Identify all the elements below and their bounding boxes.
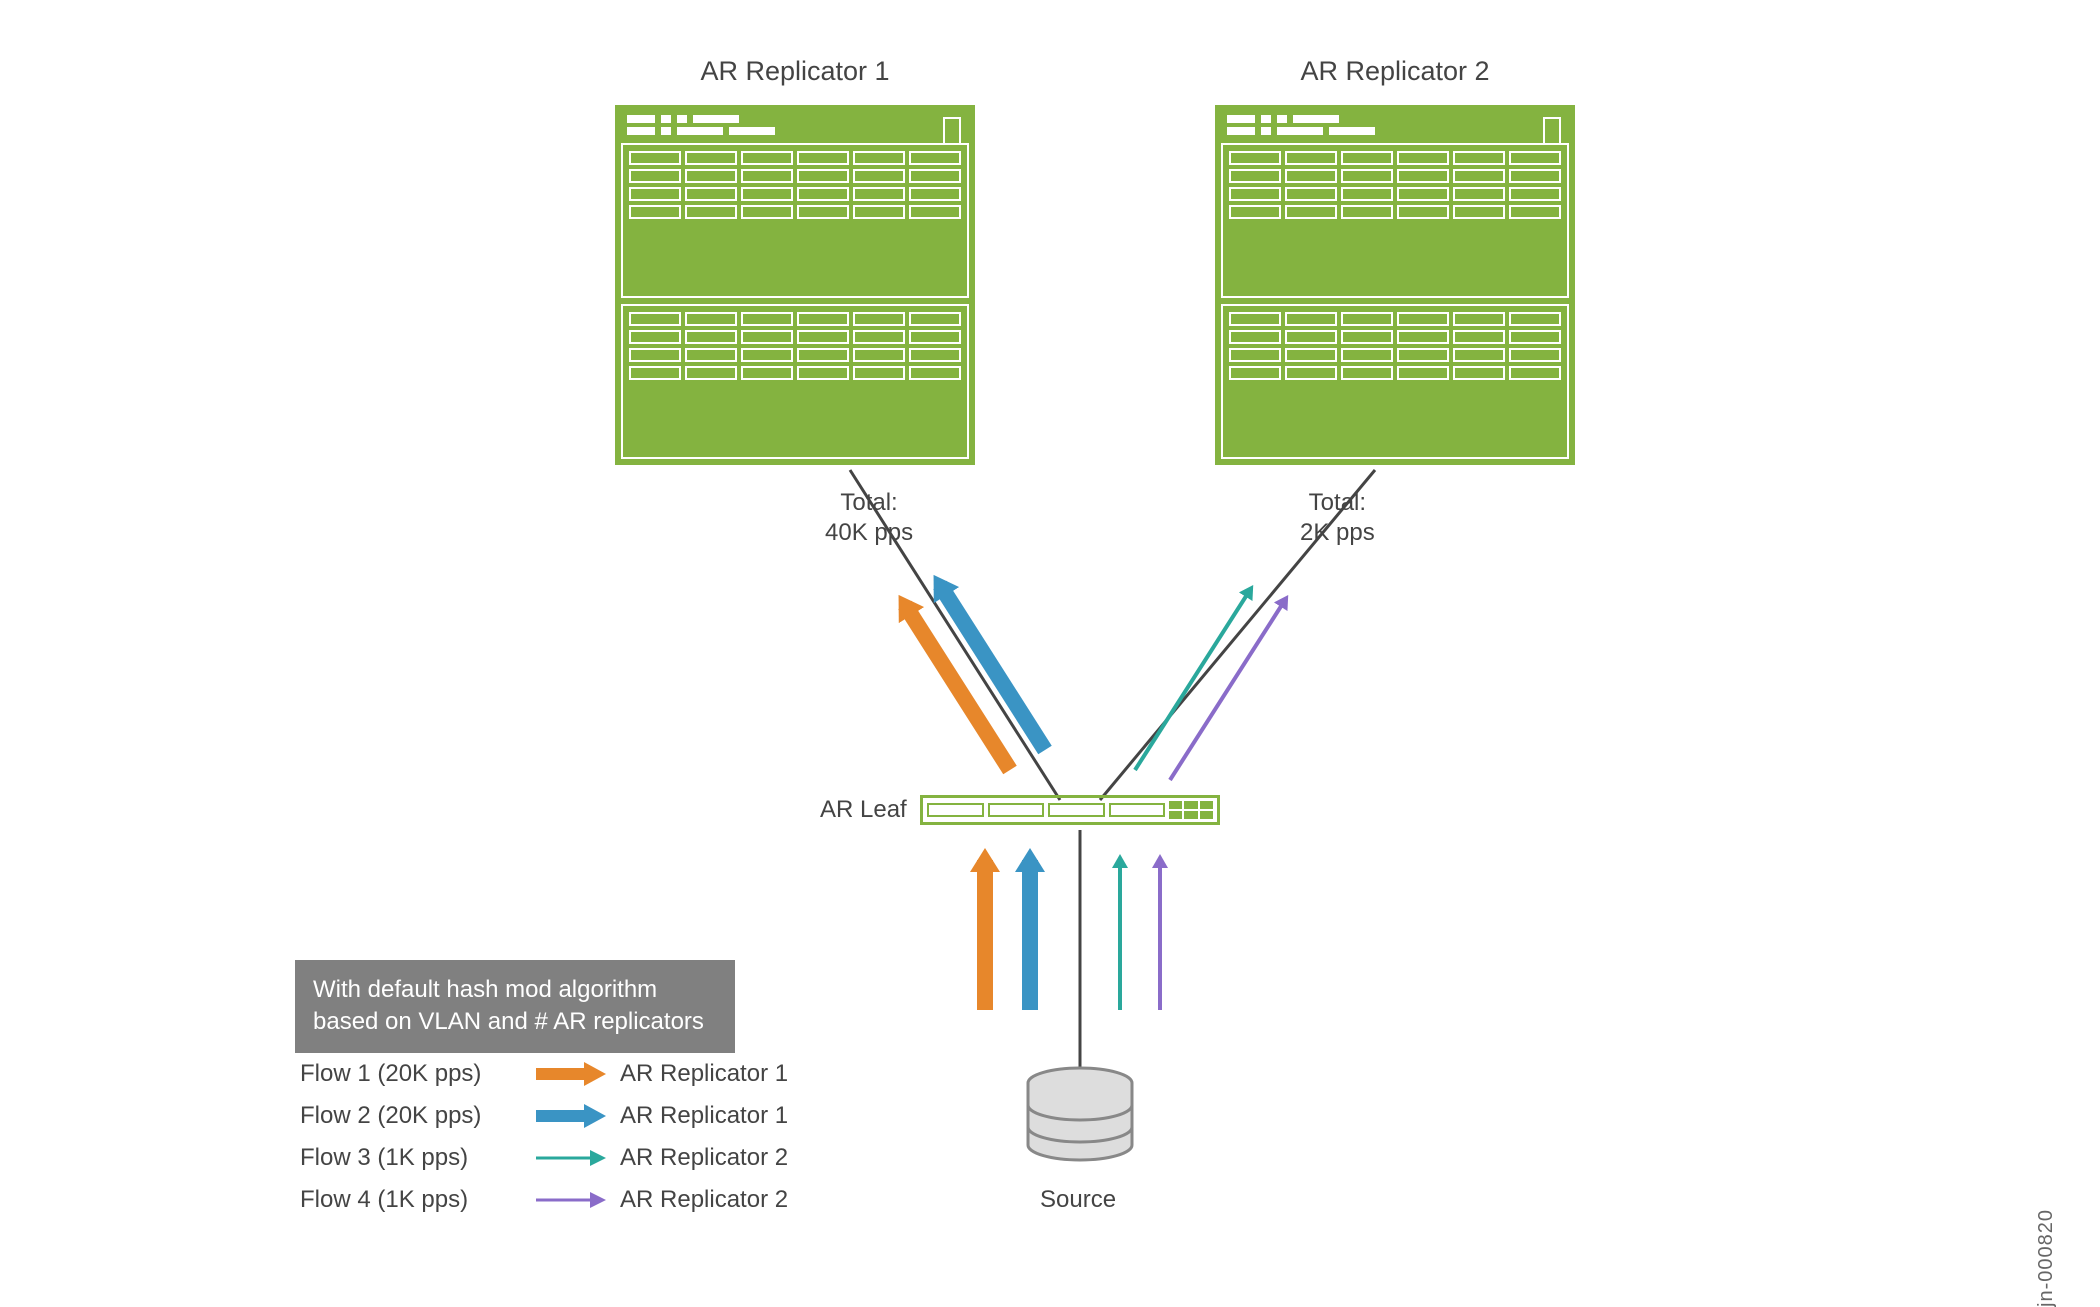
replicator-1-title: AR Replicator 1 [615,55,975,89]
legend-header: With default hash mod algorithm based on… [295,960,735,1053]
legend-flow1-arrow-icon [534,1062,606,1086]
legend-flow2-dest: AR Replicator 1 [620,1102,820,1130]
replicator-1-icon [615,105,975,465]
legend-flow3-arrow-icon [534,1146,606,1170]
legend-row-flow4: Flow 4 (1K pps) AR Replicator 2 [300,1186,820,1214]
ar-leaf-label: AR Leaf [820,795,907,825]
legend-flow4-arrow-icon [534,1188,606,1212]
flow1-leaf-rep1 [905,605,1010,770]
replicator-1-total: Total: 40K pps [825,488,913,548]
flow2-leaf-rep1 [940,585,1045,750]
legend-flow4-text: Flow 4 (1K pps) [300,1186,520,1214]
legend-row-flow1: Flow 1 (20K pps) AR Replicator 1 [300,1060,820,1088]
legend-rows: Flow 1 (20K pps) AR Replicator 1 Flow 2 … [300,1060,820,1214]
legend-flow2-text: Flow 2 (20K pps) [300,1102,520,1130]
replicator-2-title: AR Replicator 2 [1215,55,1575,89]
replicator-2-icon [1215,105,1575,465]
legend-flow1-dest: AR Replicator 1 [620,1060,820,1088]
legend-flow4-dest: AR Replicator 2 [620,1186,820,1214]
legend-flow2-arrow-icon [534,1104,606,1128]
figure-id: jn-000820 [2035,1209,2058,1307]
legend-flow3-dest: AR Replicator 2 [620,1144,820,1172]
source-db-icon [1020,1065,1140,1175]
replicator-2-total: Total: 2K pps [1300,488,1375,548]
ar-leaf-icon [920,795,1220,825]
legend-flow3-text: Flow 3 (1K pps) [300,1144,520,1172]
source-label: Source [1040,1185,1116,1215]
legend-row-flow3: Flow 3 (1K pps) AR Replicator 2 [300,1144,820,1172]
legend-flow1-text: Flow 1 (20K pps) [300,1060,520,1088]
legend-row-flow2: Flow 2 (20K pps) AR Replicator 1 [300,1102,820,1130]
